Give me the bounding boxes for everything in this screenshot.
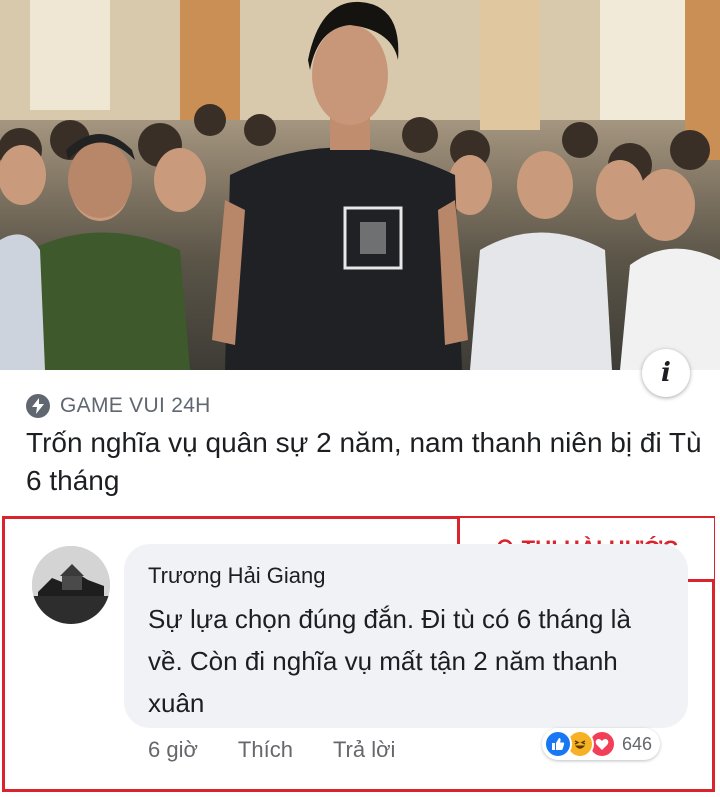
article-source[interactable]: GAME VUI 24H bbox=[26, 394, 211, 418]
reaction-summary[interactable]: 646 bbox=[542, 728, 661, 760]
comment-author[interactable]: Trương Hải Giang bbox=[148, 563, 326, 589]
comment-timestamp[interactable]: 6 giờ bbox=[148, 737, 198, 763]
info-button[interactable]: i bbox=[642, 349, 690, 397]
comment-actions: 6 giờ Thích Trả lời bbox=[148, 737, 395, 763]
avatar-image bbox=[32, 546, 110, 624]
lightning-bolt-icon bbox=[26, 394, 50, 418]
photo-scene bbox=[0, 0, 720, 370]
reaction-count: 646 bbox=[622, 733, 653, 754]
like-reaction-icon bbox=[544, 730, 572, 758]
source-name: GAME VUI 24H bbox=[60, 394, 211, 417]
info-icon: i bbox=[661, 358, 671, 388]
like-button[interactable]: Thích bbox=[238, 737, 293, 763]
article-headline[interactable]: Trốn nghĩa vụ quân sự 2 năm, nam thanh n… bbox=[26, 424, 706, 500]
article-photo[interactable] bbox=[0, 0, 720, 370]
reply-button[interactable]: Trả lời bbox=[333, 737, 396, 763]
avatar[interactable] bbox=[32, 546, 110, 624]
comment-text: Sự lựa chọn đúng đắn. Đi tù có 6 tháng l… bbox=[148, 604, 631, 718]
